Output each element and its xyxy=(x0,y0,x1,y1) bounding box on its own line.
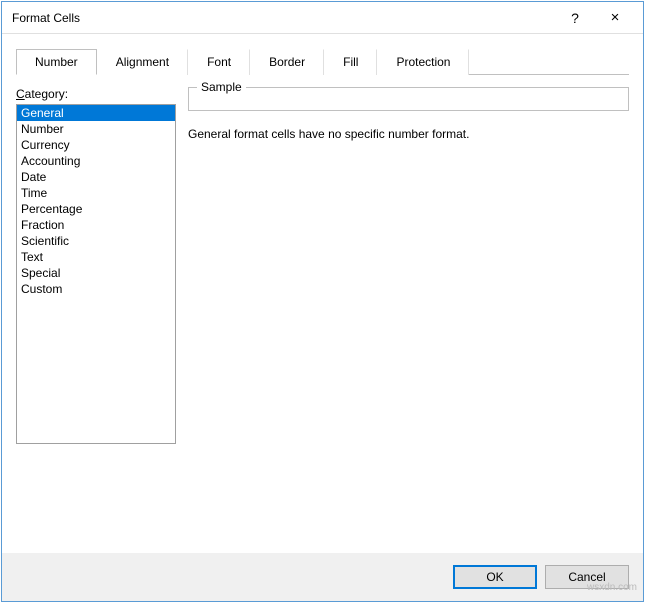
tab-strip: Number Alignment Font Border Fill Protec… xyxy=(16,48,629,75)
button-bar: OK Cancel xyxy=(2,553,643,601)
tab-alignment[interactable]: Alignment xyxy=(97,49,188,75)
sample-fieldset: Sample xyxy=(188,87,629,111)
dialog-title: Format Cells xyxy=(12,11,555,25)
tab-fill[interactable]: Fill xyxy=(324,49,377,75)
dialog-content: Number Alignment Font Border Fill Protec… xyxy=(2,34,643,553)
format-cells-dialog: Format Cells ? × Number Alignment Font B… xyxy=(1,1,644,602)
sample-label: Sample xyxy=(197,80,246,94)
category-item-text[interactable]: Text xyxy=(17,249,175,265)
tab-number[interactable]: Number xyxy=(16,49,97,75)
category-item-scientific[interactable]: Scientific xyxy=(17,233,175,249)
titlebar: Format Cells ? × xyxy=(2,2,643,34)
category-item-custom[interactable]: Custom xyxy=(17,281,175,297)
category-item-percentage[interactable]: Percentage xyxy=(17,201,175,217)
category-listbox[interactable]: General Number Currency Accounting Date … xyxy=(16,104,176,444)
category-item-time[interactable]: Time xyxy=(17,185,175,201)
category-item-special[interactable]: Special xyxy=(17,265,175,281)
category-item-accounting[interactable]: Accounting xyxy=(17,153,175,169)
close-button[interactable]: × xyxy=(595,9,635,26)
help-button[interactable]: ? xyxy=(555,10,595,26)
category-item-date[interactable]: Date xyxy=(17,169,175,185)
category-section: Category: General Number Currency Accoun… xyxy=(16,87,176,553)
watermark: wsxdn.com xyxy=(587,582,637,593)
tab-protection[interactable]: Protection xyxy=(377,49,469,75)
category-item-general[interactable]: General xyxy=(17,105,175,121)
details-section: Sample General format cells have no spec… xyxy=(188,87,629,553)
category-item-fraction[interactable]: Fraction xyxy=(17,217,175,233)
ok-button[interactable]: OK xyxy=(453,565,537,589)
format-description: General format cells have no specific nu… xyxy=(188,127,629,141)
category-item-currency[interactable]: Currency xyxy=(17,137,175,153)
tab-border[interactable]: Border xyxy=(250,49,324,75)
category-item-number[interactable]: Number xyxy=(17,121,175,137)
category-label: Category: xyxy=(16,87,176,101)
panel: Category: General Number Currency Accoun… xyxy=(16,75,629,553)
tab-font[interactable]: Font xyxy=(188,49,250,75)
